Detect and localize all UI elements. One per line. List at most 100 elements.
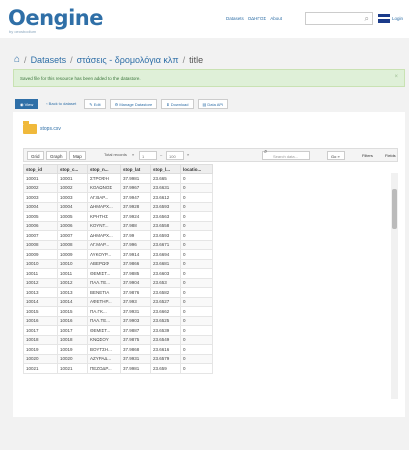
column-header[interactable]: stop_c...	[57, 164, 88, 174]
column-header[interactable]: stop_id	[23, 164, 58, 174]
pager-prev[interactable]: «	[132, 152, 134, 157]
table-cell: 0	[180, 334, 213, 345]
table-row[interactable]: 10010 10010 ΑΒΕΡΩΦ 37.9866 23.6681 0	[23, 258, 213, 269]
home-icon[interactable]: ⌂	[14, 54, 20, 65]
table-cell: 23.6612	[150, 192, 181, 203]
table-row[interactable]: 10015 10015 ΠΑ.ΓΚ... 37.9931 23.6662 0	[23, 306, 213, 317]
breadcrumb: ⌂ / Datasets / στάσεις - δρομολόγια κλπ …	[14, 54, 203, 65]
edit-button[interactable]: ✎ Edit	[84, 99, 106, 109]
table-cell: ΣΤΡΟΦΗ	[87, 173, 121, 184]
table-cell: ΛΥΚΟΥΡ...	[87, 249, 121, 260]
table-row[interactable]: 10009 10009 ΛΥΚΟΥΡ... 37.9914 23.6694 0	[23, 249, 213, 260]
table-cell: 0	[180, 287, 213, 298]
nav-about[interactable]: About	[270, 16, 282, 21]
view-button[interactable]: ◉ View	[15, 99, 39, 109]
pager-from-input[interactable]: 1	[139, 151, 157, 160]
table-row[interactable]: 10006 10006 ΚΟΥΝΤ... 37.988 23.6558 0	[23, 220, 213, 231]
table-cell: 0	[180, 211, 213, 222]
table-cell: 37.9928	[120, 201, 151, 212]
table-cell: 10013	[57, 287, 88, 298]
close-icon[interactable]: ×	[394, 74, 398, 80]
login-link[interactable]: Login	[392, 16, 403, 21]
table-row[interactable]: 10002 10002 ΚΟΛΩΝΟΣ 37.9967 23.6631 0	[23, 182, 213, 193]
column-header[interactable]: locatio...	[180, 164, 213, 174]
table-cell: 10013	[23, 287, 58, 298]
search-icon[interactable]: ⌕	[365, 14, 369, 24]
nav-datasets[interactable]: Datasets	[226, 16, 244, 21]
breadcrumb-dataset[interactable]: στάσεις - δρομολόγια κλπ	[77, 55, 179, 65]
table-row[interactable]: 10007 10007 ΔΗΜΑΡΧ... 37.99 23.6593 0	[23, 230, 213, 241]
table-cell: ΒΟΥΤΣΗ...	[87, 344, 121, 355]
table-cell: 23.6662	[150, 306, 181, 317]
tab-map[interactable]: Map	[69, 151, 86, 160]
table-row[interactable]: 10012 10012 ΠΑΛ.ΤΕ... 37.9904 23.653 0	[23, 277, 213, 288]
table-cell: 10011	[57, 268, 88, 279]
table-row[interactable]: 10017 10017 ΘΕΜΙΣΤ... 37.9887 23.6539 0	[23, 325, 213, 336]
site-search-input[interactable]: ⌕	[305, 12, 373, 25]
folder-icon	[23, 121, 37, 134]
table-row[interactable]: 10003 10003 ΑΓ.ΒΑΡ... 37.9947 23.6612 0	[23, 192, 213, 203]
scrollbar-thumb[interactable]	[392, 189, 397, 229]
table-row[interactable]: 10013 10013 ΒΕΝΕΤΙΑ 37.9876 23.6582 0	[23, 287, 213, 298]
resource-file-name[interactable]: stops.csv	[40, 126, 61, 132]
column-header[interactable]: stop_l...	[150, 164, 181, 174]
column-header[interactable]: stop_n...	[87, 164, 121, 174]
edit-label: Edit	[93, 102, 101, 107]
table-cell: 10019	[23, 344, 58, 355]
table-cell: 10004	[23, 201, 58, 212]
table-cell: 0	[180, 353, 213, 364]
api-label: Data API	[207, 102, 224, 107]
table-row[interactable]: 10014 10014 ΑΦΕΤΗΡ... 37.993 23.6527 0	[23, 296, 213, 307]
tab-graph[interactable]: Graph	[46, 151, 67, 160]
table-cell: 0	[180, 325, 213, 336]
grid-search-input[interactable]: Search data...	[262, 151, 310, 160]
table-cell: 10006	[23, 220, 58, 231]
table-cell: 37.9914	[120, 249, 151, 260]
table-cell: ΠΑΛ.ΤΕ...	[87, 277, 121, 288]
table-cell: 10005	[23, 211, 58, 222]
flag-icon[interactable]	[378, 14, 390, 23]
tab-grid[interactable]: Grid	[27, 151, 44, 160]
pager-next[interactable]: »	[187, 152, 189, 157]
table-cell: 37.993	[120, 296, 151, 307]
download-button[interactable]: ⬇ Download	[161, 99, 194, 109]
table-cell: 0	[180, 230, 213, 241]
table-cell: 0	[180, 201, 213, 212]
table-cell: 10010	[57, 258, 88, 269]
nav-guide[interactable]: ΟΔΗΓΟΣ	[248, 16, 266, 21]
filters-button[interactable]: Filters	[359, 151, 376, 160]
table-cell: 10020	[57, 353, 88, 364]
table-row[interactable]: 10008 10008 ΑΓ.ΜΑΡ... 37.996 23.6671 0	[23, 239, 213, 250]
table-cell: 37.9903	[120, 315, 151, 326]
table-cell: ΑΓ.ΜΑΡ...	[87, 239, 121, 250]
table-cell: ΚΟΥΝΤ...	[87, 220, 121, 231]
top-nav: Datasets ΟΔΗΓΟΣ About	[226, 16, 282, 21]
table-row[interactable]: 10019 10019 ΒΟΥΤΣΗ... 37.9868 23.6616 0	[23, 344, 213, 355]
table-cell: 0	[180, 306, 213, 317]
site-logo[interactable]: Oengine	[8, 6, 103, 30]
table-row[interactable]: 10016 10016 ΠΑΛ.ΤΕ... 37.9903 23.6525 0	[23, 315, 213, 326]
table-row[interactable]: 10011 10011 ΘΕΜΙΣΤ... 37.9885 23.6603 0	[23, 268, 213, 279]
fields-button[interactable]: Fields	[382, 151, 399, 160]
go-button[interactable]: Go »	[327, 151, 345, 160]
column-header[interactable]: stop_lat	[120, 164, 151, 174]
table-row[interactable]: 10020 10020 ΑΖΥΡΑΔ... 37.9931 23.6579 0	[23, 353, 213, 364]
table-cell: 23.653	[150, 277, 181, 288]
table-cell: 10016	[57, 315, 88, 326]
table-row[interactable]: 10021 10021 ΠΕΖΟΔΡ... 37.9981 23.659 0	[23, 363, 213, 374]
back-to-dataset-button[interactable]: ‹ Back to dataset	[42, 99, 80, 109]
table-row[interactable]: 10001 10001 ΣΤΡΟΦΗ 37.9981 23.665 0	[23, 173, 213, 184]
breadcrumb-datasets[interactable]: Datasets	[31, 55, 67, 65]
table-cell: 10015	[23, 306, 58, 317]
table-row[interactable]: 10018 10018 ΚΝΩΣΟΥ 37.9875 23.6549 0	[23, 334, 213, 345]
pager-label: Total records	[104, 152, 127, 157]
table-row[interactable]: 10005 10005 ΚΡΗΤΗΣ 37.9924 23.6563 0	[23, 211, 213, 222]
table-cell: 0	[180, 258, 213, 269]
data-api-button[interactable]: ▤ Data API	[197, 99, 229, 109]
logo-subtitle: by oeosbodium	[9, 29, 37, 34]
table-cell: 10001	[57, 173, 88, 184]
pager-to-input[interactable]: 100	[166, 151, 184, 160]
vertical-scrollbar[interactable]	[391, 173, 398, 399]
manage-datastore-button[interactable]: ⚙ Manage Datastore	[109, 99, 158, 109]
table-row[interactable]: 10004 10004 ΔΗΜΑΡΧ... 37.9928 23.6593 0	[23, 201, 213, 212]
